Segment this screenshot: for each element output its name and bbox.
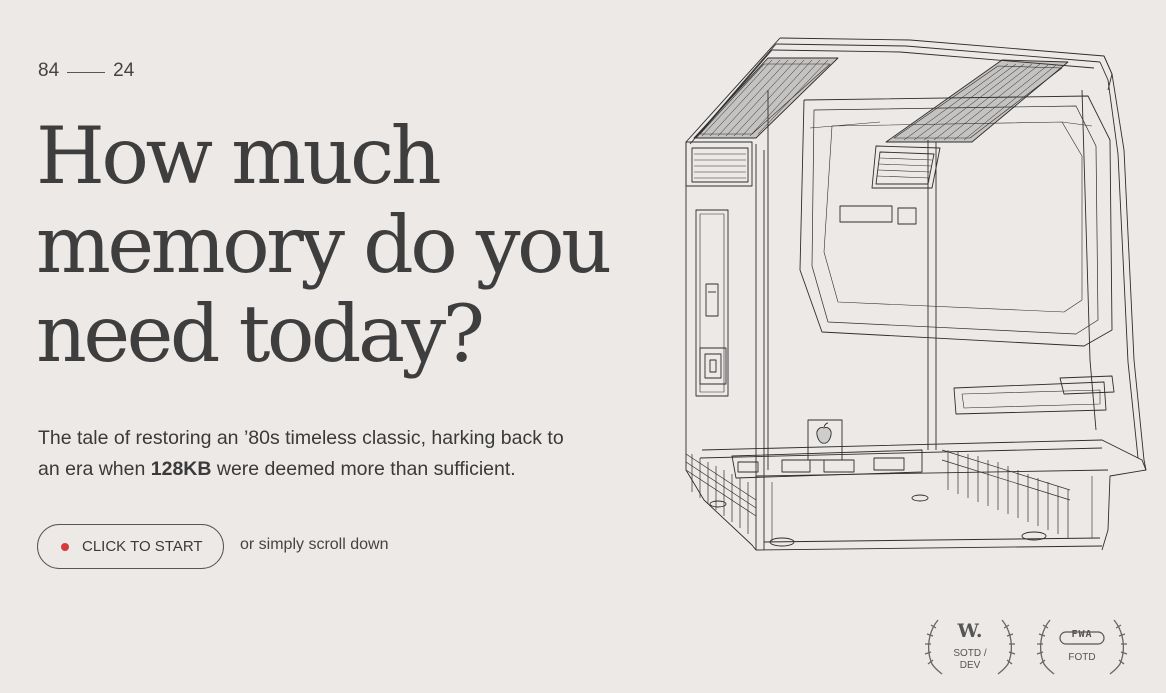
apple-logo-icon	[816, 422, 832, 444]
award-caption: SOTD / DEV	[953, 648, 987, 671]
year-range: 84 24	[38, 60, 134, 82]
click-to-start-button[interactable]: CLICK TO START	[37, 524, 224, 569]
headline-line-1: How much	[36, 110, 442, 202]
hero-headline: How much memory do you need today?	[36, 110, 612, 380]
headline-line-3: need today?	[36, 288, 485, 380]
scroll-hint: or simply scroll down	[240, 536, 389, 553]
headline-line-2: memory do you	[36, 199, 612, 291]
record-dot-icon	[61, 542, 69, 551]
year-start: 84	[38, 60, 60, 81]
macintosh-wireframe-icon	[685, 37, 1147, 551]
tagline-text-end: were deemed more than sufficient.	[211, 458, 516, 480]
fwa-logo: FWA	[1071, 629, 1093, 640]
award-fotd[interactable]: FWA FOTD	[1034, 616, 1130, 676]
award-sotd[interactable]: W. SOTD / DEV	[922, 616, 1018, 676]
hero-tagline: The tale of restoring an ’80s timeless c…	[38, 423, 578, 485]
awwwards-logo: W.	[957, 620, 983, 642]
start-button-label: CLICK TO START	[82, 538, 203, 555]
year-dash	[67, 71, 106, 73]
year-end: 24	[113, 60, 135, 81]
tagline-memory-size: 128KB	[150, 458, 212, 480]
award-caption: FOTD	[1068, 652, 1096, 663]
laurel-icon	[1036, 619, 1128, 675]
